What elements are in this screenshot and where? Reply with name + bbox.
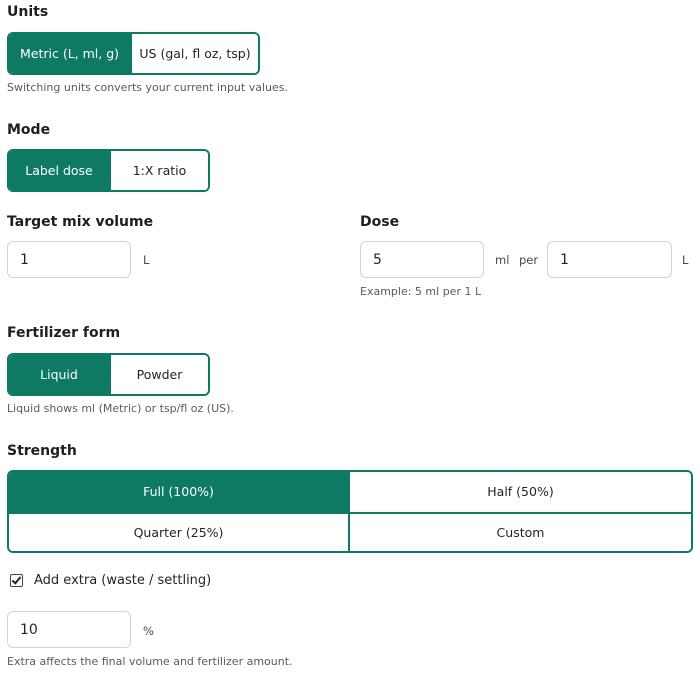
strength-options: Full (100%) Half (50%) Quarter (25%) Cus… [7,470,693,553]
units-us-button[interactable]: US (gal, fl oz, tsp) [130,34,258,73]
dose-per-label: per [519,253,539,267]
units-toggle: Metric (L, ml, g) US (gal, fl oz, tsp) [7,32,260,75]
strength-title: Strength [7,443,77,459]
strength-half-button[interactable]: Half (50%) [350,472,691,512]
units-help-text: Switching units converts your current in… [7,81,288,94]
form-help-text: Liquid shows ml (Metric) or tsp/fl oz (U… [7,402,234,415]
extra-percent-input[interactable] [7,611,131,648]
extra-percent-unit: % [143,624,154,638]
form-title: Fertilizer form [7,325,121,341]
dose-label: Dose [360,214,400,230]
strength-full-button[interactable]: Full (100%) [9,472,350,512]
mode-ratio-button[interactable]: 1:X ratio [109,151,208,190]
mode-title: Mode [7,122,51,138]
dose-per-unit: L [682,253,689,267]
units-title: Units [7,4,49,20]
checkmark-icon [11,574,22,585]
mode-label-dose-button[interactable]: Label dose [9,151,109,190]
strength-quarter-button[interactable]: Quarter (25%) [9,511,350,551]
target-volume-unit: L [143,253,150,267]
target-volume-label: Target mix volume [7,214,154,230]
mode-toggle: Label dose 1:X ratio [7,149,210,192]
add-extra-label[interactable]: Add extra (waste / settling) [34,573,211,588]
add-extra-checkbox[interactable] [10,574,23,587]
dose-per-input[interactable] [547,241,672,278]
units-metric-button[interactable]: Metric (L, ml, g) [9,34,130,73]
form-liquid-button[interactable]: Liquid [9,355,109,394]
strength-custom-button[interactable]: Custom [350,511,691,551]
dose-amount-input[interactable] [360,241,484,278]
dose-example-text: Example: 5 ml per 1 L [360,285,482,298]
target-volume-input[interactable] [7,241,131,278]
add-extra-row: Add extra (waste / settling) [10,573,211,588]
dose-unit: ml [495,253,510,267]
extra-help-text: Extra affects the final volume and ferti… [7,655,293,668]
form-powder-button[interactable]: Powder [109,355,208,394]
form-toggle: Liquid Powder [7,353,210,396]
